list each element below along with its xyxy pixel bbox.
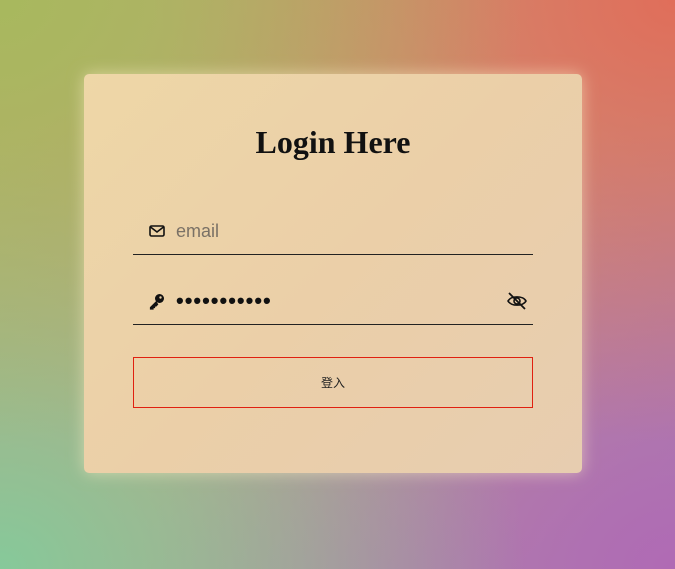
password-input[interactable] — [176, 286, 496, 316]
envelope-icon — [149, 225, 165, 237]
login-button[interactable]: 登入 — [133, 357, 533, 408]
key-icon — [149, 294, 164, 310]
password-field — [133, 280, 533, 325]
email-input[interactable] — [176, 216, 496, 246]
login-card: Login Here 登入 — [84, 74, 582, 473]
eye-slash-icon[interactable] — [506, 291, 528, 311]
email-field — [133, 210, 533, 255]
login-title: Login Here — [255, 124, 411, 160]
